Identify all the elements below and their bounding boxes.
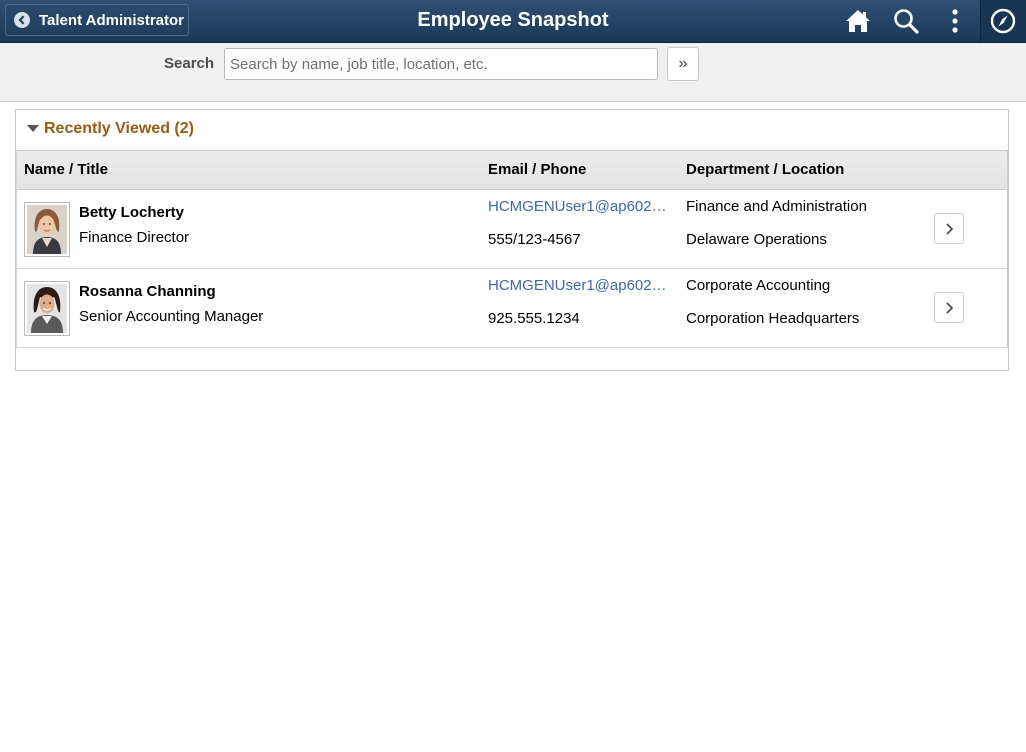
grid-header: Name / Title Email / Phone Department / … xyxy=(17,151,1007,190)
search-bar: Search » xyxy=(0,43,1026,102)
employee-phone: 555/123-4567 xyxy=(488,231,581,248)
employee-phone: 925.555.1234 xyxy=(488,310,580,327)
chevron-left-icon xyxy=(14,12,30,28)
search-icon[interactable] xyxy=(892,7,920,35)
row-details-button[interactable] xyxy=(934,213,964,244)
column-header-department: Department / Location xyxy=(686,161,845,178)
employee-department: Corporate Accounting xyxy=(686,277,831,294)
recently-viewed-group: Recently Viewed (2) Name / Title Email /… xyxy=(15,109,1009,371)
employee-email-link[interactable]: HCMGENUser1@ap6023f… xyxy=(488,198,674,215)
table-row[interactable]: Rosanna Channing Senior Accounting Manag… xyxy=(17,269,1007,348)
employee-title: Senior Accounting Manager xyxy=(79,308,264,325)
actions-menu-icon[interactable] xyxy=(941,7,969,35)
navbar-button[interactable] xyxy=(980,0,1026,42)
back-button[interactable]: Talent Administrator xyxy=(5,4,189,36)
navbar-compass-icon xyxy=(990,8,1016,34)
chevron-right-icon xyxy=(946,302,954,314)
row-details-button[interactable] xyxy=(934,292,964,323)
recently-viewed-toggle[interactable]: Recently Viewed (2) xyxy=(27,120,194,138)
search-go-button[interactable]: » xyxy=(667,47,699,81)
employee-department: Finance and Administration xyxy=(686,198,867,215)
employee-name: Rosanna Channing xyxy=(79,283,216,300)
employee-photo xyxy=(24,202,70,257)
home-icon[interactable] xyxy=(844,7,872,35)
chevron-right-icon xyxy=(946,223,954,235)
table-row[interactable]: Betty Locherty Finance Director HCMGENUs… xyxy=(17,190,1007,269)
employee-location: Corporation Headquarters xyxy=(686,310,860,327)
employee-email-link[interactable]: HCMGENUser1@ap6023f… xyxy=(488,277,674,294)
employee-title: Finance Director xyxy=(79,229,190,246)
recently-viewed-grid: Name / Title Email / Phone Department / … xyxy=(16,150,1008,348)
employee-photo xyxy=(24,281,70,336)
column-header-email: Email / Phone xyxy=(488,161,587,178)
search-input[interactable] xyxy=(224,48,658,80)
back-button-label: Talent Administrator xyxy=(39,11,185,29)
search-label: Search xyxy=(164,55,215,72)
employee-location: Delaware Operations xyxy=(686,231,827,248)
page-header: Talent Administrator Employee Snapshot xyxy=(0,0,1026,43)
employee-name: Betty Locherty xyxy=(79,204,185,221)
caret-down-icon xyxy=(27,125,39,132)
recently-viewed-title: Recently Viewed (2) xyxy=(44,120,194,137)
column-header-name: Name / Title xyxy=(24,161,108,178)
